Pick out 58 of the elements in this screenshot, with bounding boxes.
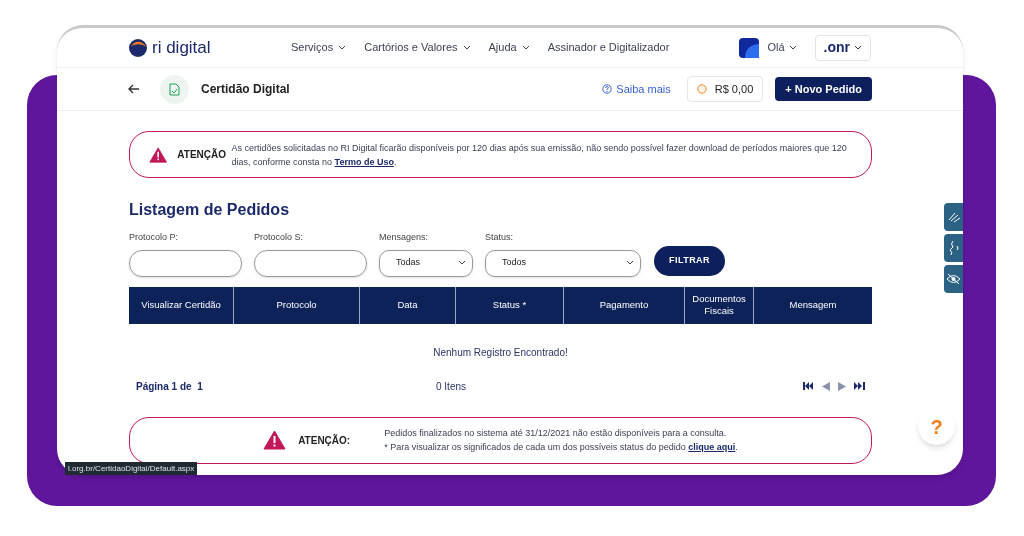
chevron-down-icon <box>788 44 797 51</box>
input-field[interactable] <box>254 249 367 277</box>
status-url: l.org.br/CertidaoDigital/Default.aspx <box>65 462 198 475</box>
chevron-down-icon <box>338 44 347 51</box>
nav-menu[interactable]: Ajuda <box>488 39 530 56</box>
filter-label: Status: <box>485 231 514 244</box>
previous-page-icon[interactable] <box>822 381 830 391</box>
balance-badge: R$ 0,00 <box>686 76 764 102</box>
logo-icon <box>128 37 148 58</box>
dropdown-field[interactable]: Todos <box>485 249 641 277</box>
column-header: Documentos Fiscais <box>685 286 754 324</box>
question-icon <box>602 84 613 94</box>
chevron-down-icon <box>854 44 862 51</box>
column-header: Data <box>360 286 456 324</box>
chevron-down-icon <box>521 44 530 51</box>
warning-icon <box>149 144 168 165</box>
column-header: Status * <box>456 286 564 324</box>
section-heading: Listagem de Pedidos <box>129 200 291 220</box>
notice-text: Pedidos finalizados no sistema até 31/12/2021 não estão disponíveis para a consulta. <box>384 427 728 440</box>
filter-label: Protocolo S: <box>254 231 305 244</box>
avatar-icon <box>739 37 760 58</box>
notice-label: ATENÇÃO <box>177 147 228 162</box>
column-header: Visualizar Certidão <box>129 286 234 324</box>
nav-menu[interactable]: Serviços <box>291 39 347 56</box>
notice-text: * Para visualizar os significados de cada um dos possíveis status do pedido clique aqui. <box>384 441 738 454</box>
nav-menu[interactable]: Cartórios e Valores <box>364 39 471 56</box>
item-count: 0 Itens <box>436 379 467 394</box>
partner-menu[interactable]: .onr <box>814 34 871 61</box>
user-menu[interactable]: Olá <box>767 39 797 56</box>
page-title: Certidão Digital <box>201 81 290 98</box>
filter-label: Mensagens: <box>379 231 430 244</box>
help-link[interactable]: Saiba mais <box>602 80 671 98</box>
notice-label: ATENÇÃO: <box>298 433 352 448</box>
logo-text[interactable]: ri digital <box>152 34 211 61</box>
dropdown-field[interactable]: Todas <box>379 249 473 277</box>
eye-slash-icon[interactable] <box>944 265 963 293</box>
first-page-icon[interactable] <box>803 382 814 390</box>
last-page-icon[interactable] <box>854 382 865 390</box>
column-header: Pagamento <box>564 286 685 324</box>
input-field[interactable] <box>129 249 242 277</box>
chevron-down-icon <box>458 260 466 266</box>
chevron-down-icon <box>626 260 634 266</box>
chevron-down-icon <box>462 44 471 51</box>
column-header: Mensagem <box>788 298 838 312</box>
document-icon <box>160 74 189 104</box>
next-page-icon[interactable] <box>838 381 846 391</box>
nav-link[interactable]: Assinador e Digitalizador <box>547 39 670 56</box>
coin-icon <box>696 84 707 94</box>
column-header: Protocolo <box>234 286 360 324</box>
filter-button[interactable]: FILTRAR <box>654 245 725 276</box>
filter-label: Protocolo P: <box>129 231 180 244</box>
notice-text: As certidões solicitadas no RI Digital ficarão disponíveis por 120 dias após sua emissão, não sendo possível fazer download de períodos maiores que 120 dias, conforme consta no Termo de Uso. <box>231 141 848 169</box>
back-arrow-icon[interactable] <box>128 84 140 94</box>
warning-icon <box>263 430 287 450</box>
empty-message: Nenhum Registro Encontrado! <box>433 345 568 360</box>
page-indicator: Página 1 de 1 <box>136 379 204 394</box>
terms-link[interactable]: Termo de Uso <box>334 156 394 167</box>
new-order-button[interactable]: + Novo Pedido <box>775 77 872 101</box>
